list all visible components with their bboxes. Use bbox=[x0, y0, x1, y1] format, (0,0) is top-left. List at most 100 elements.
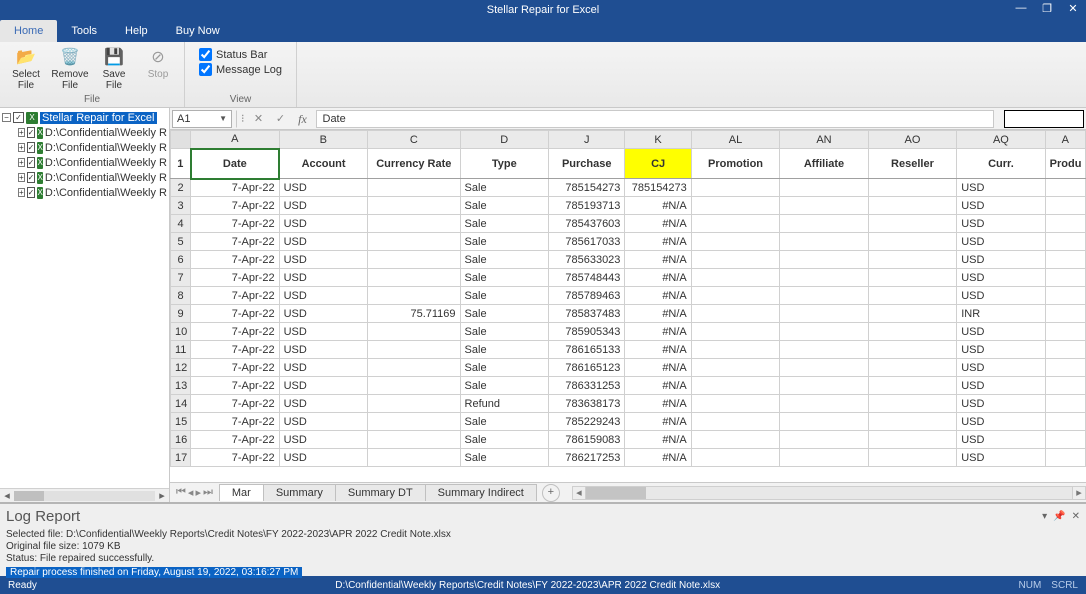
cell[interactable]: Sale bbox=[460, 233, 548, 251]
cell[interactable] bbox=[691, 269, 779, 287]
cell[interactable]: USD bbox=[279, 197, 367, 215]
cell[interactable] bbox=[780, 431, 868, 449]
sheet-tab[interactable]: Summary Indirect bbox=[425, 484, 537, 501]
cell[interactable] bbox=[691, 305, 779, 323]
cell[interactable] bbox=[368, 395, 461, 413]
header-cell[interactable]: Purchase bbox=[549, 149, 625, 179]
cell[interactable]: #N/A bbox=[625, 215, 691, 233]
cell[interactable]: Sale bbox=[460, 449, 548, 467]
sheet-nav-prev[interactable]: ◂ bbox=[188, 486, 194, 499]
cell[interactable] bbox=[691, 359, 779, 377]
cell[interactable]: 786165133 bbox=[549, 341, 625, 359]
sheet-nav-last[interactable]: ⏭ bbox=[203, 486, 213, 499]
cell[interactable]: USD bbox=[957, 251, 1045, 269]
cell[interactable]: USD bbox=[957, 197, 1045, 215]
cell[interactable]: Refund bbox=[460, 395, 548, 413]
cell[interactable] bbox=[1045, 305, 1085, 323]
cell[interactable]: 7-Apr-22 bbox=[191, 341, 279, 359]
cell[interactable] bbox=[1045, 233, 1085, 251]
tree-checkbox[interactable]: ✓ bbox=[27, 187, 36, 198]
cell[interactable]: USD bbox=[279, 395, 367, 413]
cell[interactable]: USD bbox=[279, 377, 367, 395]
row-header[interactable]: 11 bbox=[171, 341, 191, 359]
save-file-button[interactable]: 💾 Save File bbox=[94, 44, 134, 93]
cell[interactable]: 786159083 bbox=[549, 431, 625, 449]
row-header[interactable]: 3 bbox=[171, 197, 191, 215]
tree-scroll-thumb[interactable] bbox=[14, 491, 44, 501]
cell[interactable]: #N/A bbox=[625, 359, 691, 377]
cell[interactable]: USD bbox=[279, 305, 367, 323]
sheet-hscrollbar[interactable]: ◂ ▸ bbox=[572, 486, 1086, 500]
tree-root-label[interactable]: Stellar Repair for Excel bbox=[40, 112, 157, 124]
cell[interactable] bbox=[780, 395, 868, 413]
cell[interactable]: USD bbox=[279, 449, 367, 467]
row-header[interactable]: 10 bbox=[171, 323, 191, 341]
cell[interactable]: #N/A bbox=[625, 431, 691, 449]
cell[interactable] bbox=[1045, 287, 1085, 305]
cell[interactable] bbox=[691, 449, 779, 467]
cell[interactable] bbox=[1045, 341, 1085, 359]
hscroll-track[interactable] bbox=[586, 486, 1072, 500]
sheet-tab[interactable]: Summary DT bbox=[335, 484, 426, 501]
cell[interactable]: 7-Apr-22 bbox=[191, 359, 279, 377]
cell[interactable] bbox=[868, 287, 956, 305]
cell[interactable]: #N/A bbox=[625, 287, 691, 305]
cell[interactable] bbox=[368, 413, 461, 431]
menu-tools[interactable]: Tools bbox=[57, 20, 111, 42]
cell[interactable] bbox=[868, 323, 956, 341]
cell[interactable]: 783638173 bbox=[549, 395, 625, 413]
cell[interactable] bbox=[780, 449, 868, 467]
cell[interactable]: 7-Apr-22 bbox=[191, 377, 279, 395]
message-log-checkbox[interactable]: Message Log bbox=[199, 63, 282, 76]
cell[interactable]: 786217253 bbox=[549, 449, 625, 467]
row-header[interactable]: 6 bbox=[171, 251, 191, 269]
cell[interactable] bbox=[691, 323, 779, 341]
cell[interactable]: USD bbox=[279, 233, 367, 251]
log-pin-icon[interactable]: 📌 bbox=[1053, 511, 1065, 522]
cell[interactable]: Sale bbox=[460, 341, 548, 359]
cell[interactable]: USD bbox=[957, 269, 1045, 287]
hscroll-right[interactable]: ▸ bbox=[1072, 486, 1086, 500]
tree-checkbox[interactable]: ✓ bbox=[27, 172, 36, 183]
formula-cancel-icon[interactable]: ✕ bbox=[250, 110, 268, 128]
cell[interactable] bbox=[868, 305, 956, 323]
cell[interactable]: 785789463 bbox=[549, 287, 625, 305]
cell[interactable]: 7-Apr-22 bbox=[191, 431, 279, 449]
cell[interactable] bbox=[1045, 431, 1085, 449]
cell[interactable]: USD bbox=[957, 449, 1045, 467]
cell[interactable]: 75.71169 bbox=[368, 305, 461, 323]
cell[interactable] bbox=[1045, 179, 1085, 197]
cell[interactable] bbox=[691, 395, 779, 413]
cell[interactable] bbox=[780, 323, 868, 341]
cell[interactable] bbox=[368, 197, 461, 215]
status-bar-checkbox[interactable]: Status Bar bbox=[199, 48, 282, 61]
cell[interactable] bbox=[691, 215, 779, 233]
cell[interactable]: 785154273 bbox=[625, 179, 691, 197]
cell[interactable]: #N/A bbox=[625, 269, 691, 287]
cell[interactable]: 7-Apr-22 bbox=[191, 395, 279, 413]
sheet-tab-active[interactable]: Mar bbox=[219, 484, 264, 501]
log-dropdown-icon[interactable]: ▾ bbox=[1042, 511, 1047, 522]
tree-item-label[interactable]: D:\Confidential\Weekly R bbox=[45, 157, 167, 169]
cell[interactable]: 785437603 bbox=[549, 215, 625, 233]
message-log-check-input[interactable] bbox=[199, 63, 212, 76]
tree-hscrollbar[interactable]: ◂ ▸ bbox=[0, 488, 169, 502]
menu-help[interactable]: Help bbox=[111, 20, 162, 42]
cell[interactable]: USD bbox=[957, 179, 1045, 197]
cell[interactable] bbox=[780, 215, 868, 233]
cell[interactable] bbox=[868, 449, 956, 467]
row-header[interactable]: 16 bbox=[171, 431, 191, 449]
cell[interactable]: Sale bbox=[460, 197, 548, 215]
col-header-D[interactable]: D bbox=[460, 131, 548, 149]
cell[interactable]: USD bbox=[279, 287, 367, 305]
cell[interactable] bbox=[868, 197, 956, 215]
header-cell[interactable]: CJ bbox=[625, 149, 691, 179]
cell[interactable] bbox=[691, 179, 779, 197]
fx-icon[interactable]: fx bbox=[294, 110, 312, 128]
cell[interactable]: USD bbox=[957, 359, 1045, 377]
cell[interactable] bbox=[868, 377, 956, 395]
row-header[interactable]: 7 bbox=[171, 269, 191, 287]
col-header-A[interactable]: A bbox=[1045, 131, 1085, 149]
cell[interactable] bbox=[780, 359, 868, 377]
cell[interactable] bbox=[1045, 251, 1085, 269]
